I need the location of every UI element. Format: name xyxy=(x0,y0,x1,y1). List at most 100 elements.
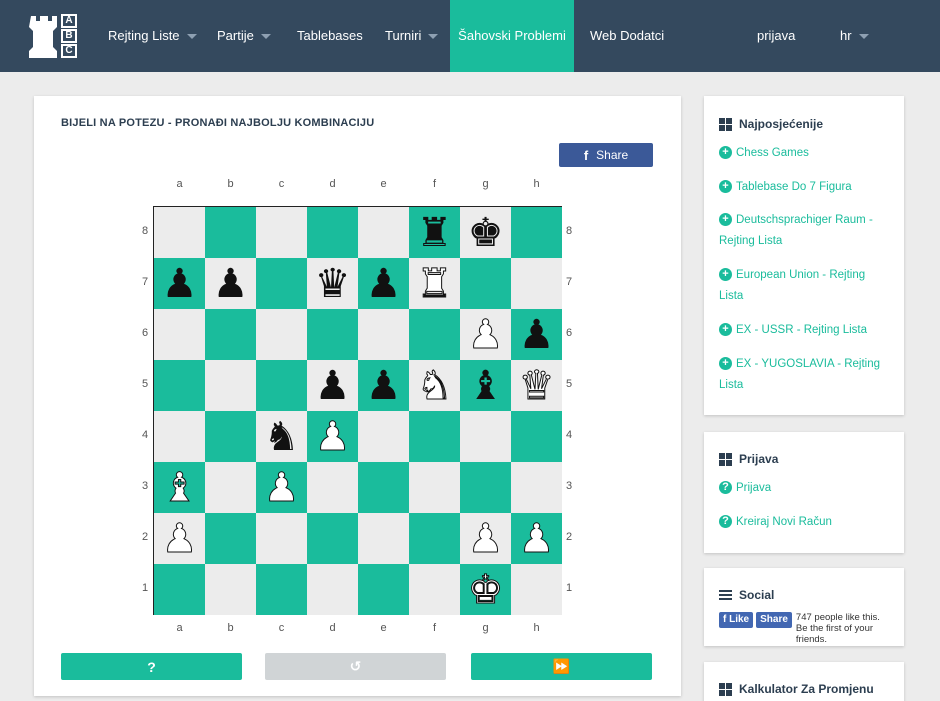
square-f3[interactable] xyxy=(409,462,460,513)
square-g6[interactable]: ♟ xyxy=(460,309,511,360)
square-b7[interactable]: ♟ xyxy=(205,258,256,309)
nav-rejting-liste[interactable]: Rejting Liste xyxy=(108,0,197,72)
square-g5[interactable]: ♝ xyxy=(460,360,511,411)
square-b8[interactable] xyxy=(205,207,256,258)
language-selector[interactable]: hr xyxy=(840,0,869,72)
black-pawn-icon[interactable]: ♟ xyxy=(213,264,249,304)
square-h7[interactable] xyxy=(511,258,562,309)
square-a7[interactable]: ♟ xyxy=(154,258,205,309)
black-queen-icon[interactable]: ♛ xyxy=(315,264,351,304)
nav-login-link[interactable]: prijava xyxy=(757,0,795,72)
link-prijava[interactable]: ? Prijava xyxy=(719,478,891,499)
link-chess-games[interactable]: + Chess Games xyxy=(719,143,891,164)
square-h4[interactable] xyxy=(511,411,562,462)
facebook-share-button[interactable]: f Share xyxy=(559,143,653,167)
nav-tablebases[interactable]: Tablebases xyxy=(297,0,363,72)
square-h8[interactable] xyxy=(511,207,562,258)
white-king-icon[interactable]: ♚ xyxy=(467,569,504,610)
nav-turniri[interactable]: Turniri xyxy=(385,0,439,72)
square-a5[interactable] xyxy=(154,360,205,411)
square-d5[interactable]: ♟ xyxy=(307,360,358,411)
square-c2[interactable] xyxy=(256,513,307,564)
square-e2[interactable] xyxy=(358,513,409,564)
square-c8[interactable] xyxy=(256,207,307,258)
square-a8[interactable] xyxy=(154,207,205,258)
square-e1[interactable] xyxy=(358,564,409,615)
square-f4[interactable] xyxy=(409,411,460,462)
square-g7[interactable] xyxy=(460,258,511,309)
square-h6[interactable]: ♟ xyxy=(511,309,562,360)
square-f5[interactable]: ♞ xyxy=(409,360,460,411)
square-e7[interactable]: ♟ xyxy=(358,258,409,309)
square-c4[interactable]: ♞ xyxy=(256,411,307,462)
black-pawn-icon[interactable]: ♟ xyxy=(366,264,402,304)
square-b3[interactable] xyxy=(205,462,256,513)
black-knight-icon[interactable]: ♞ xyxy=(264,417,300,457)
link-ex-ussr[interactable]: + EX - USSR - Rejting Lista xyxy=(719,320,891,341)
next-move-button[interactable]: ⏩ xyxy=(471,653,652,680)
square-e4[interactable] xyxy=(358,411,409,462)
square-g8[interactable]: ♚ xyxy=(460,207,511,258)
white-pawn-icon[interactable]: ♟ xyxy=(467,314,504,355)
link-tablebase[interactable]: + Tablebase Do 7 Figura xyxy=(719,177,891,198)
square-a1[interactable] xyxy=(154,564,205,615)
white-rook-icon[interactable]: ♜ xyxy=(416,263,453,304)
square-d6[interactable] xyxy=(307,309,358,360)
square-h1[interactable] xyxy=(511,564,562,615)
facebook-like-button[interactable]: f Like xyxy=(719,612,754,628)
hint-button[interactable]: ? xyxy=(61,653,242,680)
square-b4[interactable] xyxy=(205,411,256,462)
square-e8[interactable] xyxy=(358,207,409,258)
black-bishop-icon[interactable]: ♝ xyxy=(468,366,504,406)
square-a4[interactable] xyxy=(154,411,205,462)
square-g2[interactable]: ♟ xyxy=(460,513,511,564)
white-pawn-icon[interactable]: ♟ xyxy=(314,416,351,457)
square-c6[interactable] xyxy=(256,309,307,360)
square-e5[interactable]: ♟ xyxy=(358,360,409,411)
link-european-union[interactable]: + European Union - Rejting Lista xyxy=(719,265,891,307)
square-f1[interactable] xyxy=(409,564,460,615)
link-deutschsprachiger[interactable]: + Deutschsprachiger Raum - Rejting Lista xyxy=(719,210,891,252)
square-c5[interactable] xyxy=(256,360,307,411)
black-pawn-icon[interactable]: ♟ xyxy=(519,315,555,355)
square-d1[interactable] xyxy=(307,564,358,615)
square-d3[interactable] xyxy=(307,462,358,513)
square-h2[interactable]: ♟ xyxy=(511,513,562,564)
nav-partije[interactable]: Partije xyxy=(217,0,271,72)
white-bishop-icon[interactable]: ♝ xyxy=(161,467,198,508)
black-pawn-icon[interactable]: ♟ xyxy=(366,366,402,406)
nav-web-dodatci[interactable]: Web Dodatci xyxy=(590,0,664,72)
facebook-share-small-button[interactable]: Share xyxy=(756,612,792,628)
square-d2[interactable] xyxy=(307,513,358,564)
square-b2[interactable] xyxy=(205,513,256,564)
white-pawn-icon[interactable]: ♟ xyxy=(263,467,300,508)
square-g3[interactable] xyxy=(460,462,511,513)
square-e6[interactable] xyxy=(358,309,409,360)
black-rook-icon[interactable]: ♜ xyxy=(417,213,453,253)
square-g1[interactable]: ♚ xyxy=(460,564,511,615)
square-h5[interactable]: ♛ xyxy=(511,360,562,411)
square-f8[interactable]: ♜ xyxy=(409,207,460,258)
square-b1[interactable] xyxy=(205,564,256,615)
square-c1[interactable] xyxy=(256,564,307,615)
square-a2[interactable]: ♟ xyxy=(154,513,205,564)
square-e3[interactable] xyxy=(358,462,409,513)
nav-sahovski-problemi[interactable]: Šahovski Problemi xyxy=(450,0,574,72)
undo-button[interactable]: ↺ xyxy=(265,653,446,680)
white-pawn-icon[interactable]: ♟ xyxy=(518,518,555,559)
square-b6[interactable] xyxy=(205,309,256,360)
square-a6[interactable] xyxy=(154,309,205,360)
link-create-account[interactable]: ? Kreiraj Novi Račun xyxy=(719,512,891,533)
square-d8[interactable] xyxy=(307,207,358,258)
white-pawn-icon[interactable]: ♟ xyxy=(161,518,198,559)
square-c7[interactable] xyxy=(256,258,307,309)
square-h3[interactable] xyxy=(511,462,562,513)
black-pawn-icon[interactable]: ♟ xyxy=(162,264,198,304)
square-d7[interactable]: ♛ xyxy=(307,258,358,309)
white-pawn-icon[interactable]: ♟ xyxy=(467,518,504,559)
square-b5[interactable] xyxy=(205,360,256,411)
site-logo[interactable]: A B C xyxy=(29,14,85,58)
square-g4[interactable] xyxy=(460,411,511,462)
black-pawn-icon[interactable]: ♟ xyxy=(315,366,351,406)
square-a3[interactable]: ♝ xyxy=(154,462,205,513)
